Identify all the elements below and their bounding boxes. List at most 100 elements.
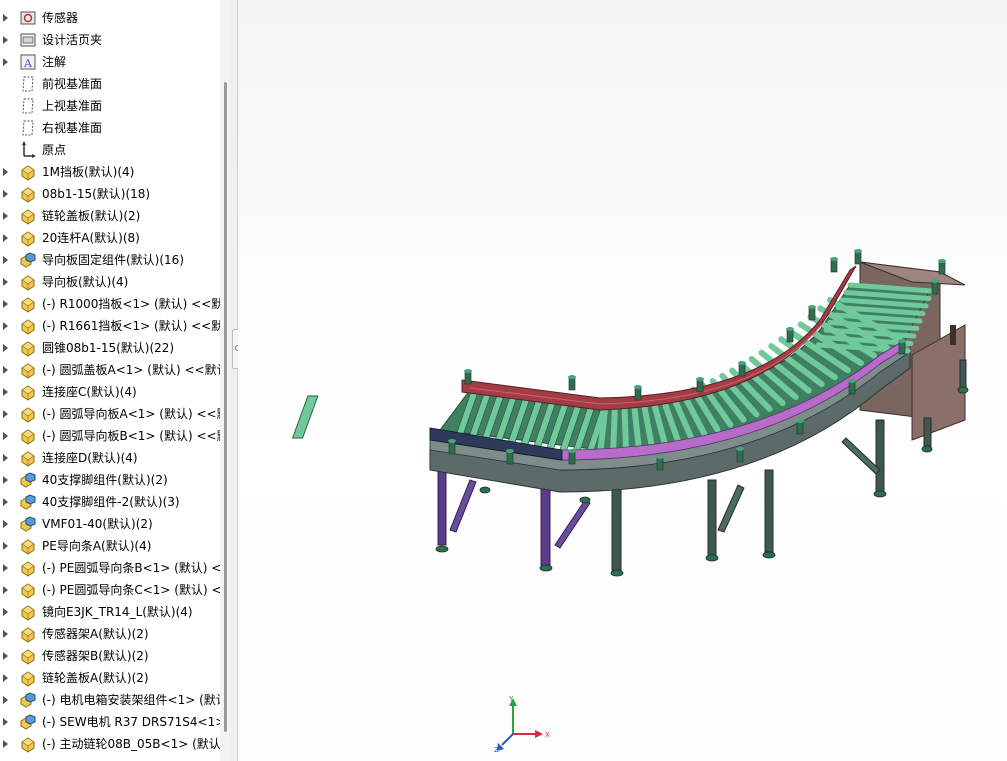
tree-item[interactable]: (-) 电机电箱安装架组件<1> (默认 [0, 689, 220, 711]
expand-arrow-icon[interactable] [3, 608, 8, 616]
part-icon [19, 317, 37, 335]
tree-item[interactable]: 1M挡板(默认)(4) [0, 161, 220, 183]
expand-arrow-icon[interactable] [3, 212, 8, 220]
expand-arrow-icon[interactable] [3, 718, 8, 726]
tree-item[interactable]: 传感器 [0, 7, 220, 29]
part-icon [19, 339, 37, 357]
expand-arrow-icon[interactable] [3, 740, 8, 748]
assembly-icon [19, 493, 37, 511]
expand-arrow-icon[interactable] [3, 388, 8, 396]
tree-item[interactable]: (-) PE圆弧导向条B<1> (默认) < [0, 557, 220, 579]
tree-item[interactable]: 40支撑脚组件-2(默认)(3) [0, 491, 220, 513]
tree-item[interactable]: (-) SEW电机 R37 DRS71S4<1> [0, 711, 220, 733]
tree-item-label: 圆锥08b1-15(默认)(22) [42, 341, 175, 355]
guide-post [796, 421, 804, 435]
tree-item-label: 传感器架B(默认)(2) [42, 649, 149, 663]
sensor-icon [19, 9, 37, 27]
tree-item[interactable]: 圆锥08b1-15(默认)(22) [0, 337, 220, 359]
tree-item[interactable]: (-) 主动链轮08B_05B<1> (默认) [0, 733, 220, 755]
expand-arrow-icon[interactable] [3, 234, 8, 242]
tree-item[interactable]: 传感器架B(默认)(2) [0, 645, 220, 667]
guide-post-cap [656, 455, 664, 459]
assembly-icon [19, 251, 37, 269]
expand-arrow-icon[interactable] [3, 366, 8, 374]
expand-arrow-icon[interactable] [3, 630, 8, 638]
tree-item[interactable]: (-) R1000挡板<1> (默认) <<默认 [0, 293, 220, 315]
expand-arrow-icon[interactable] [3, 14, 8, 22]
tree-item[interactable]: 链轮盖板(默认)(2) [0, 205, 220, 227]
expand-arrow-icon[interactable] [3, 454, 8, 462]
tree-item[interactable]: (-) 圆弧盖板A<1> (默认) <<默认 [0, 359, 220, 381]
expand-arrow-icon[interactable] [3, 498, 8, 506]
part-icon [19, 625, 37, 643]
expand-arrow-icon[interactable] [3, 410, 8, 418]
tree-item[interactable]: PE导向条A(默认)(4) [0, 535, 220, 557]
panel-splitter[interactable] [229, 0, 238, 761]
tree-item[interactable]: 链轮盖板A(默认)(2) [0, 667, 220, 689]
tree-item[interactable]: 右视基准面 [0, 117, 220, 139]
guide-post [854, 251, 862, 265]
tree-item[interactable]: (-) PE圆弧导向条C<1> (默认) < [0, 579, 220, 601]
tree-item[interactable]: 连接座D(默认)(4) [0, 447, 220, 469]
guide-post [568, 377, 576, 391]
tree-item[interactable]: 20连杆A(默认)(8) [0, 227, 220, 249]
tree-item[interactable]: 镜向E3JK_TR14_L(默认)(4) [0, 601, 220, 623]
tree-item[interactable]: (-) 圆弧导向板A<1> (默认) <<默 [0, 403, 220, 425]
tree-item[interactable]: A 注解 [0, 51, 220, 73]
expand-arrow-icon[interactable] [3, 36, 8, 44]
tree-item-label: 设计活页夹 [42, 33, 103, 47]
tree-item[interactable]: 传感器架A(默认)(2) [0, 623, 220, 645]
expand-arrow-icon[interactable] [3, 190, 8, 198]
expand-arrow-icon[interactable] [3, 696, 8, 704]
expand-arrow-icon[interactable] [3, 520, 8, 528]
tree-item-label: 右视基准面 [42, 121, 103, 135]
guide-post-cap [634, 385, 642, 389]
expand-arrow-icon[interactable] [3, 476, 8, 484]
tree-item[interactable]: VMF01-40(默认)(2) [0, 513, 220, 535]
guide-post [634, 387, 642, 401]
expand-arrow-icon[interactable] [3, 278, 8, 286]
tree-item[interactable]: 导向板固定组件(默认)(16) [0, 249, 220, 271]
roller [610, 406, 618, 458]
expand-arrow-icon[interactable] [3, 674, 8, 682]
expand-arrow-icon[interactable] [3, 652, 8, 660]
guide-post-cap [568, 375, 576, 379]
expand-arrow-icon[interactable] [3, 322, 8, 330]
expand-arrow-icon[interactable] [3, 168, 8, 176]
tree-item[interactable]: (-) 圆弧导向板B<1> (默认) <<默 [0, 425, 220, 447]
tree-item[interactable]: 40支撑脚组件(默认)(2) [0, 469, 220, 491]
expand-arrow-icon[interactable] [3, 542, 8, 550]
part-icon [19, 361, 37, 379]
part-icon [19, 383, 37, 401]
expand-arrow-icon[interactable] [3, 344, 8, 352]
expand-arrow-icon[interactable] [3, 564, 8, 572]
part-icon [19, 229, 37, 247]
guide-post [696, 379, 704, 393]
tree-item-label: 前视基准面 [42, 77, 103, 91]
tree-item[interactable]: 原点 [0, 139, 220, 161]
tree-item[interactable]: 上视基准面 [0, 95, 220, 117]
conveyor-3d-model[interactable] [238, 0, 1007, 761]
tree-item[interactable]: 导向板(默认)(4) [0, 271, 220, 293]
expand-arrow-icon[interactable] [3, 300, 8, 308]
tree-item[interactable]: (-) R1661挡板<1> (默认) <<默认 [0, 315, 220, 337]
tree-item[interactable]: 08b1-15(默认)(18) [0, 183, 220, 205]
tree-item[interactable]: 前视基准面 [0, 73, 220, 95]
part-icon [19, 537, 37, 555]
roller-bed[interactable] [291, 282, 935, 458]
tree-scrollbar-thumb[interactable] [224, 82, 227, 732]
expand-arrow-icon[interactable] [3, 58, 8, 66]
tree-item-label: (-) PE圆弧导向条B<1> (默认) < [42, 561, 220, 575]
expand-arrow-icon[interactable] [3, 586, 8, 594]
graphics-viewport[interactable]: Y X Z [238, 0, 1007, 761]
guide-post [808, 307, 816, 321]
tree-item[interactable]: 设计活页夹 [0, 29, 220, 51]
tree-item-label: 注解 [42, 55, 67, 69]
tree-item-label: 1M挡板(默认)(4) [42, 165, 135, 179]
z-axis-label: Z [494, 746, 499, 754]
expand-arrow-icon[interactable] [3, 432, 8, 440]
expand-arrow-icon[interactable] [3, 256, 8, 264]
part-icon [19, 559, 37, 577]
tree-item[interactable]: 连接座C(默认)(4) [0, 381, 220, 403]
guide-post [464, 371, 472, 385]
